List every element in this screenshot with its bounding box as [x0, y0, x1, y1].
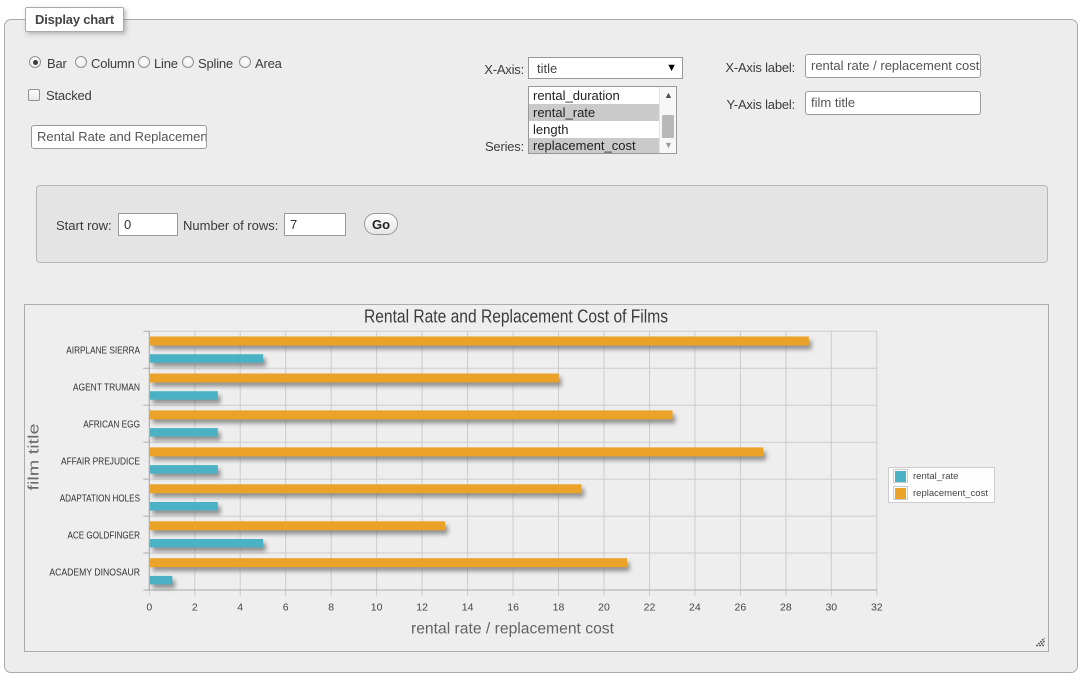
svg-text:AGENT TRUMAN: AGENT TRUMAN [73, 382, 140, 394]
svg-text:AFRICAN EGG: AFRICAN EGG [83, 419, 140, 431]
svg-text:ACE GOLDFINGER: ACE GOLDFINGER [68, 529, 141, 541]
svg-text:film title: film title [26, 424, 43, 491]
svg-text:0: 0 [146, 602, 152, 614]
svg-text:Rental Rate and Replacement Co: Rental Rate and Replacement Cost of Film… [364, 307, 668, 327]
svg-text:16: 16 [507, 602, 519, 614]
svg-text:rental_rate: rental_rate [913, 471, 958, 482]
svg-text:AIRPLANE SIERRA: AIRPLANE SIERRA [66, 345, 140, 357]
svg-text:rental rate / replacement cost: rental rate / replacement cost [411, 621, 615, 638]
svg-text:12: 12 [416, 602, 428, 614]
svg-text:18: 18 [553, 602, 565, 614]
svg-text:28: 28 [780, 602, 792, 614]
svg-text:AFFAIR PREJUDICE: AFFAIR PREJUDICE [61, 456, 140, 468]
svg-text:32: 32 [871, 602, 883, 614]
svg-text:30: 30 [825, 602, 837, 614]
svg-text:14: 14 [462, 602, 474, 614]
svg-text:8: 8 [328, 602, 334, 614]
svg-text:replacement_cost: replacement_cost [913, 488, 988, 499]
svg-text:20: 20 [598, 602, 610, 614]
svg-text:26: 26 [735, 602, 747, 614]
svg-text:ACADEMY DINOSAUR: ACADEMY DINOSAUR [49, 566, 140, 578]
svg-text:24: 24 [689, 602, 701, 614]
svg-text:10: 10 [371, 602, 383, 614]
svg-text:ADAPTATION HOLES: ADAPTATION HOLES [60, 492, 140, 504]
svg-text:6: 6 [283, 602, 289, 614]
svg-text:22: 22 [644, 602, 656, 614]
svg-text:4: 4 [237, 602, 243, 614]
svg-text:2: 2 [192, 602, 198, 614]
